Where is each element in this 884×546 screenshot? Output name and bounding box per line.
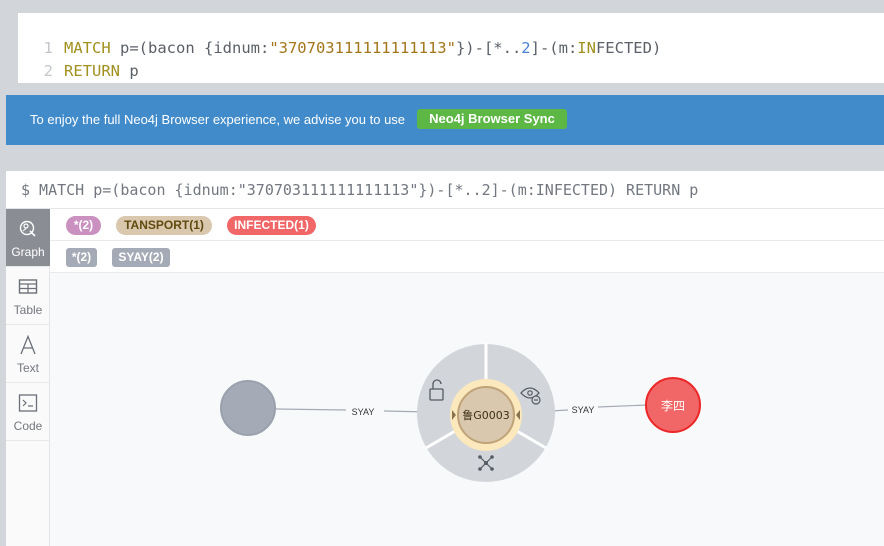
legend-rel-syay[interactable]: SYAY(2)	[112, 248, 170, 267]
legend-label-tansport[interactable]: TANSPORT(1)	[116, 216, 212, 235]
tab-table-label: Table	[13, 303, 43, 317]
result-frame: $ MATCH p=(bacon {idnum:"370703111111111…	[6, 171, 884, 546]
view-sidebar: Graph Table Text Code	[6, 209, 50, 546]
legend-label-infected[interactable]: INFECTED(1)	[227, 216, 316, 235]
keyword-match: MATCH	[64, 39, 111, 57]
text-icon	[20, 335, 36, 355]
node-infected-caption: 李四	[661, 398, 685, 413]
line-number: 1	[43, 39, 53, 57]
sync-banner: To enjoy the full Neo4j Browser experien…	[6, 95, 884, 145]
legend-label-all[interactable]: *(2)	[66, 216, 101, 235]
tab-code[interactable]: Code	[6, 383, 50, 441]
graph-icon	[19, 220, 36, 237]
graph-view: *(2) TANSPORT(1) INFECTED(1) *(2) SYAY(2…	[50, 209, 884, 546]
banner-text: To enjoy the full Neo4j Browser experien…	[30, 112, 406, 127]
code-segment: FECTED)	[595, 39, 662, 57]
graph-canvas[interactable]: SYAY SYAY 李四 鲁G0003	[50, 273, 884, 546]
edge-right[interactable]: SYAY	[549, 404, 648, 415]
node-selected[interactable]: 鲁G0003	[417, 343, 555, 482]
code-number: 2	[521, 39, 531, 57]
code-keyword: IN	[577, 39, 596, 57]
edge-right-label: SYAY	[572, 405, 595, 415]
node-unlabeled[interactable]	[220, 380, 276, 436]
code-icon	[18, 394, 38, 412]
tab-graph[interactable]: Graph	[6, 209, 50, 267]
edge-left[interactable]: SYAY	[275, 407, 431, 417]
tab-code-label: Code	[13, 419, 43, 433]
node-label-legend: *(2) TANSPORT(1) INFECTED(1)	[50, 209, 884, 241]
keyword-return: RETURN	[64, 62, 120, 80]
code-string: "370703111111111113"	[269, 39, 456, 57]
code-segment: p	[120, 62, 139, 80]
table-icon	[18, 279, 38, 294]
code-segment: })-[*..	[455, 39, 522, 57]
relationship-legend: *(2) SYAY(2)	[50, 241, 884, 273]
tab-text-label: Text	[16, 361, 39, 375]
edge-left-label: SYAY	[352, 407, 375, 417]
query-editor[interactable]: 1 MATCH p=(bacon {idnum:"3707031111111111…	[18, 13, 884, 83]
editor-line-1: 1 MATCH p=(bacon {idnum:"3707031111111111…	[18, 37, 662, 60]
node-selected-caption: 鲁G0003	[462, 408, 510, 422]
tab-table[interactable]: Table	[6, 267, 50, 325]
tab-graph-label: Graph	[11, 245, 45, 259]
tab-text[interactable]: Text	[6, 325, 50, 383]
code-segment: p=(bacon {idnum:	[110, 39, 270, 57]
frame-query-title[interactable]: $ MATCH p=(bacon {idnum:"370703111111111…	[6, 171, 884, 209]
editor-line-2: 2 RETURN p	[18, 60, 139, 83]
code-segment: ]-(m:	[530, 39, 578, 57]
line-number: 2	[43, 62, 53, 80]
legend-rel-all[interactable]: *(2)	[66, 248, 97, 267]
browser-sync-button[interactable]: Neo4j Browser Sync	[417, 109, 567, 129]
node-infected[interactable]: 李四	[645, 377, 701, 433]
